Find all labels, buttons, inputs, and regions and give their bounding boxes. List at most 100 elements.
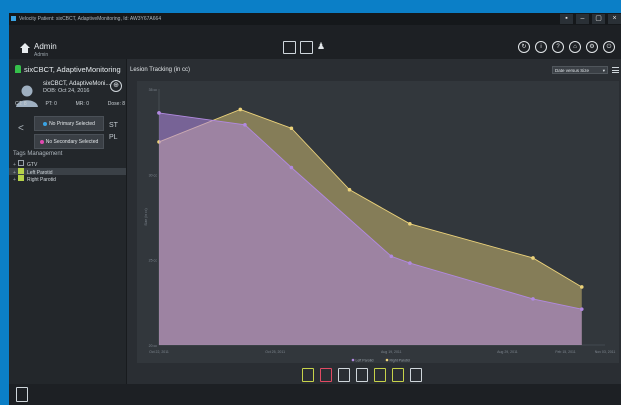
x-tick-label: Oct 25, 2011 bbox=[265, 350, 285, 354]
dose-count: Dose: 8 bbox=[107, 101, 125, 107]
patient-status-icon bbox=[15, 65, 21, 73]
legend-label: Right Parotid bbox=[390, 359, 410, 363]
book-icon[interactable] bbox=[16, 387, 28, 402]
main-panel: Lesion Tracking (in cc) Date versus Size… bbox=[127, 59, 621, 384]
document-icon[interactable] bbox=[338, 368, 350, 382]
lock-icon[interactable]: ⌂ bbox=[569, 41, 581, 53]
close-button[interactable]: × bbox=[608, 14, 621, 24]
ct-count: CT: 8 bbox=[15, 101, 27, 107]
app-window: Velocity Patient: sixCBCT, AdaptiveMonit… bbox=[9, 13, 621, 405]
menu-icon[interactable] bbox=[612, 67, 619, 75]
patient-stats: CT: 8 PT: 0 MR: 0 Dose: 8 bbox=[15, 101, 125, 107]
info-icon[interactable]: i bbox=[535, 41, 547, 53]
window-controls: ▪ – ▢ × bbox=[557, 13, 621, 25]
bottom-bar bbox=[9, 384, 621, 405]
chevron-down-icon: ▾ bbox=[602, 68, 605, 73]
pl-label[interactable]: PL bbox=[109, 134, 118, 141]
user-name: Admin bbox=[34, 42, 57, 51]
layout-split-icon[interactable] bbox=[283, 41, 296, 54]
pt-count: PT: 0 bbox=[45, 101, 57, 107]
patient-header-name: sixCBCT, AdaptiveMonitoring bbox=[24, 65, 121, 74]
checkbox[interactable] bbox=[18, 175, 24, 181]
y-tick-label: 30 cc bbox=[149, 173, 158, 177]
tag-item-gtv[interactable]: + GTV bbox=[9, 160, 126, 168]
tag-icon[interactable] bbox=[374, 368, 386, 382]
y-tick-label: 25 cc bbox=[149, 259, 158, 263]
data-point bbox=[243, 123, 247, 127]
tags-header: Tags Management bbox=[13, 151, 63, 157]
refresh-icon[interactable]: ↻ bbox=[518, 41, 530, 53]
top-right-actions: ↻ i ? ⌂ ⚙ ⏻ bbox=[518, 41, 615, 53]
checkbox[interactable] bbox=[18, 160, 24, 166]
sheet-icon[interactable] bbox=[392, 368, 404, 382]
bottom-tools bbox=[302, 368, 422, 382]
minimize-button[interactable]: – bbox=[576, 14, 589, 24]
tag-item-right-parotid[interactable]: + Right Parotid bbox=[9, 175, 126, 183]
st-label[interactable]: ST bbox=[109, 122, 118, 129]
lesion-chart: 35 cc 30 cc 25 cc 20 cc Oct 22, 2011 Oct 25, … bbox=[144, 88, 616, 363]
patient-card-name: sixCBCT, AdaptiveMoni... bbox=[43, 81, 111, 87]
layout-grid-icon[interactable] bbox=[300, 41, 313, 54]
report-icon[interactable] bbox=[320, 368, 332, 382]
chart-mode-dropdown[interactable]: Date versus Size ▾ bbox=[552, 66, 608, 74]
y-tick-label: 35 cc bbox=[149, 88, 158, 92]
dropdown-value: Date versus Size bbox=[555, 68, 590, 73]
data-point bbox=[238, 107, 243, 112]
window-title: Velocity Patient: sixCBCT, AdaptiveMonit… bbox=[19, 16, 162, 22]
patient-card: sixCBCT, AdaptiveMoni... DOB: Oct 24, 20… bbox=[43, 81, 110, 95]
data-point bbox=[408, 261, 412, 265]
patient-dob: DOB: Oct 24, 2016 bbox=[43, 88, 90, 94]
secondary-dot-icon bbox=[39, 139, 44, 144]
data-point bbox=[531, 297, 535, 301]
layout-icons: ♟ bbox=[283, 41, 328, 54]
tags-tree: + GTV + Left Parotid + Right Parotid bbox=[9, 160, 126, 183]
secondary-label: No Secondary Selected bbox=[45, 138, 99, 145]
data-point bbox=[289, 165, 294, 170]
x-tick-label: Oct 22, 2011 bbox=[149, 350, 169, 354]
export-icon[interactable] bbox=[410, 368, 422, 382]
network-icon[interactable] bbox=[302, 368, 314, 382]
share-icon[interactable]: < bbox=[18, 123, 24, 134]
data-point bbox=[408, 222, 412, 226]
secondary-select-button[interactable]: No Secondary Selected bbox=[34, 134, 104, 149]
exit-icon[interactable]: ⏻ bbox=[603, 41, 615, 53]
data-point bbox=[157, 111, 161, 115]
legend-label: Left Parotid bbox=[356, 359, 374, 363]
data-point bbox=[579, 285, 584, 289]
data-point bbox=[531, 256, 535, 260]
primary-label: No Primary Selected bbox=[49, 120, 95, 127]
checkbox[interactable] bbox=[18, 167, 24, 174]
primary-dot-icon bbox=[43, 121, 48, 126]
tag-item-left-parotid[interactable]: + Left Parotid bbox=[9, 167, 126, 176]
restore-button[interactable]: ▪ bbox=[560, 14, 573, 24]
maximize-button[interactable]: ▢ bbox=[592, 14, 605, 24]
chart-title: Lesion Tracking (in cc) bbox=[130, 67, 191, 73]
patient-header: sixCBCT, AdaptiveMonitoring bbox=[15, 65, 121, 74]
settings-icon[interactable]: ⚙ bbox=[586, 41, 598, 53]
x-tick-label: Aug 19, 2011 bbox=[381, 350, 402, 354]
mr-count: MR: 0 bbox=[75, 101, 89, 107]
home-icon bbox=[20, 43, 30, 53]
left-panel: sixCBCT, AdaptiveMonitoring sixCBCT, Ada… bbox=[9, 59, 127, 384]
data-point bbox=[579, 307, 584, 311]
legend-marker bbox=[351, 358, 355, 362]
y-axis-label: Size (in cc) bbox=[144, 208, 148, 225]
legend-marker bbox=[385, 358, 389, 362]
target-icon[interactable]: ⊕ bbox=[110, 80, 122, 92]
data-point bbox=[347, 187, 352, 192]
plot-area: 35 cc 30 cc 25 cc 20 cc Oct 22, 2011 Oct 25, … bbox=[137, 81, 619, 363]
x-tick-label: Feb 15, 2011 bbox=[555, 350, 575, 354]
data-point bbox=[389, 254, 394, 259]
contour-icon[interactable] bbox=[356, 368, 368, 382]
tag-label: Right Parotid bbox=[27, 177, 56, 183]
app-icon bbox=[11, 16, 16, 21]
primary-select-button[interactable]: No Primary Selected bbox=[34, 116, 104, 131]
user-role: Admin bbox=[34, 52, 49, 58]
data-point bbox=[289, 126, 294, 131]
users-icon[interactable]: ♟ bbox=[317, 41, 328, 52]
help-icon[interactable]: ? bbox=[552, 41, 564, 53]
title-bar: Velocity Patient: sixCBCT, AdaptiveMonit… bbox=[9, 13, 621, 25]
x-tick-label: Nov 03, 2011 bbox=[595, 350, 616, 354]
y-tick-label: 20 cc bbox=[149, 344, 158, 348]
x-tick-label: Aug 29, 2011 bbox=[497, 350, 518, 354]
